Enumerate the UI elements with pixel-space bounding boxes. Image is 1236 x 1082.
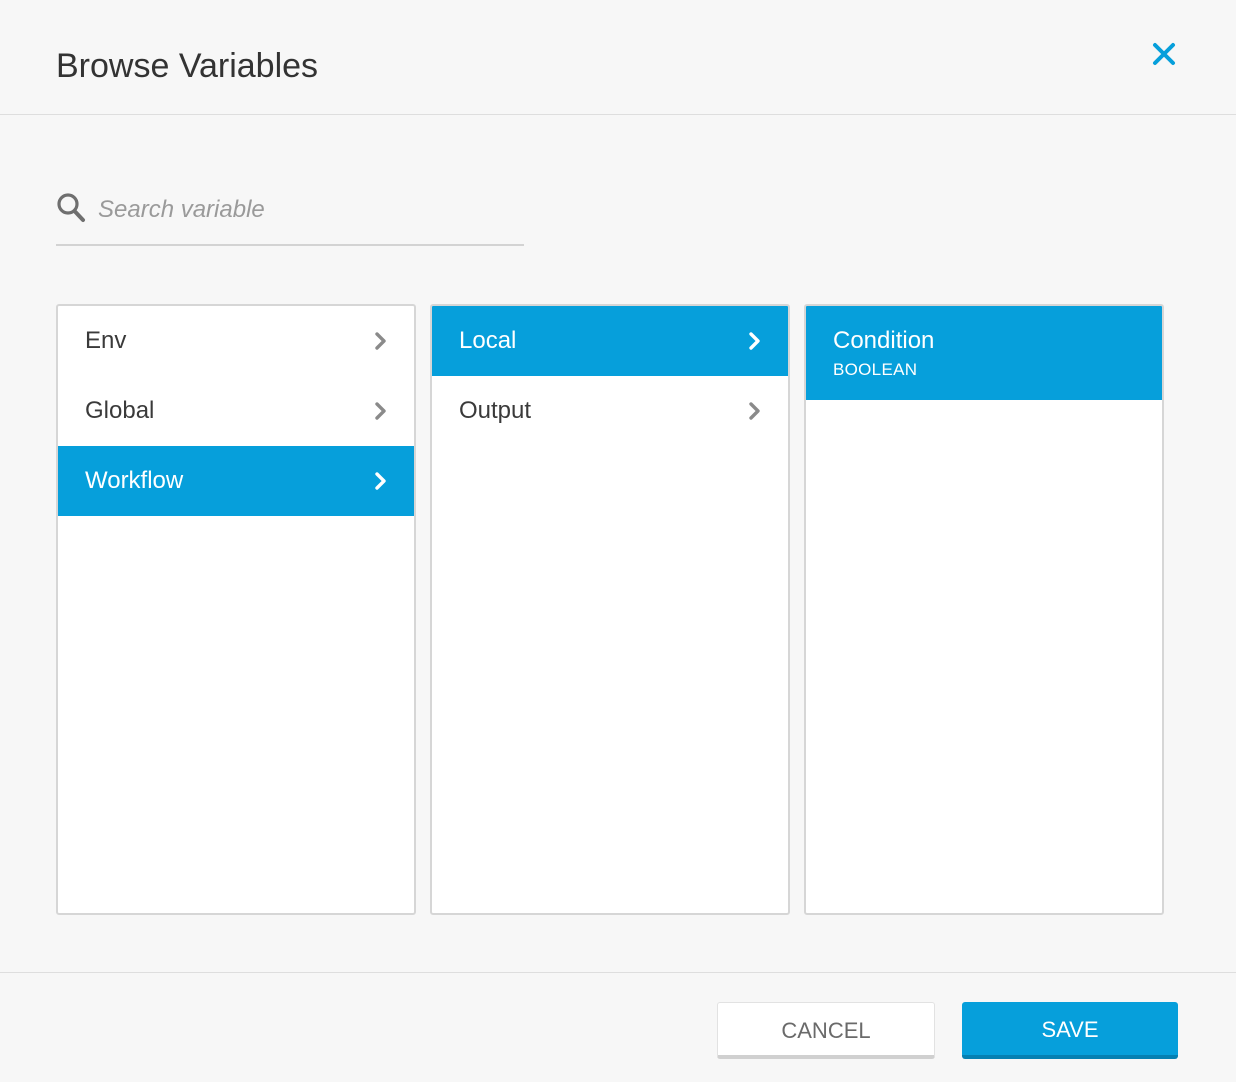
close-button[interactable] [1146,36,1182,72]
scope-item-label: Global [85,397,155,424]
chevron-right-icon [749,402,760,420]
dialog-header: Browse Variables [0,0,1236,115]
scope-column: Env Global Workflow [56,304,416,915]
variable-type-label: BOOLEAN [833,360,918,379]
save-button[interactable]: SAVE [962,1002,1178,1059]
browse-variables-dialog: Browse Variables Env Global Work [0,0,1236,1082]
close-icon [1153,43,1175,65]
scope-item-label: Env [85,327,127,354]
group-item-label: Output [459,397,532,424]
scope-item-label: Workflow [85,467,184,494]
dialog-title: Browse Variables [56,47,319,85]
cancel-button[interactable]: CANCEL [717,1002,935,1059]
chevron-right-icon [375,332,386,350]
dialog-footer: CANCEL SAVE [0,972,1236,1082]
scope-item-global[interactable]: Global [58,376,414,446]
chevron-right-icon [375,472,386,490]
scope-item-workflow[interactable]: Workflow [58,446,414,516]
group-item-label: Local [459,327,517,354]
search-icon [57,193,85,222]
search-bar [56,186,524,246]
variable-column: Condition BOOLEAN [804,304,1164,915]
group-item-output[interactable]: Output [432,376,788,446]
chevron-right-icon [375,402,386,420]
variable-item-condition[interactable]: Condition BOOLEAN [806,306,1162,400]
group-column: Local Output [430,304,790,915]
chevron-right-icon [749,332,760,350]
group-item-local[interactable]: Local [432,306,788,376]
scope-item-env[interactable]: Env [58,306,414,376]
variable-item-label: Condition [833,327,935,354]
search-input[interactable] [98,190,518,230]
